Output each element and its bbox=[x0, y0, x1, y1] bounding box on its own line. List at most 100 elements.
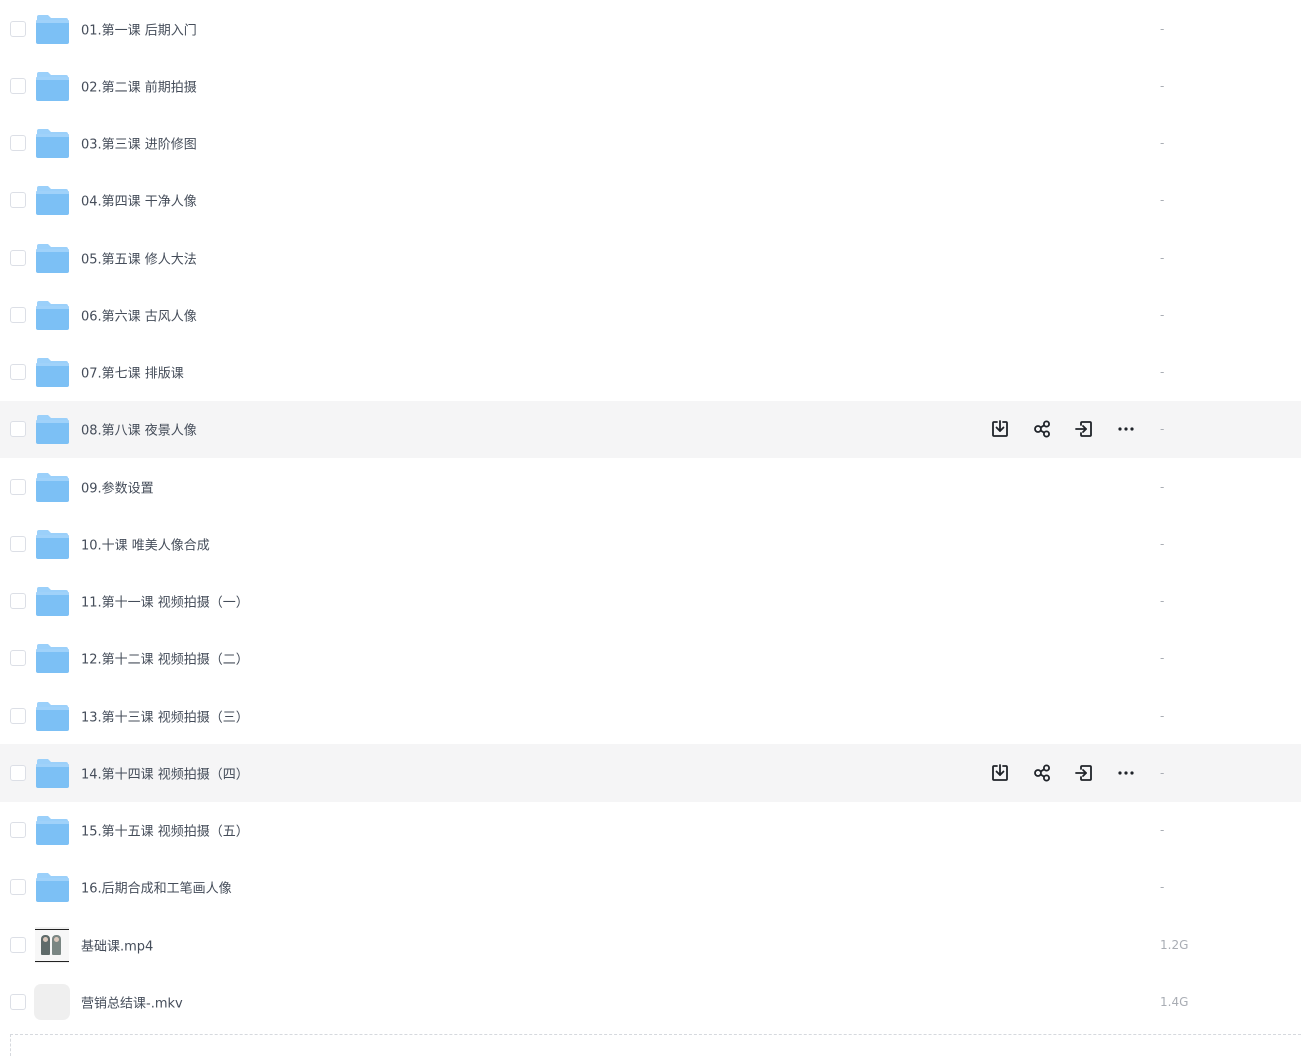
row-checkbox[interactable] bbox=[10, 879, 26, 896]
file-name[interactable]: 营销总结课-.mkv bbox=[81, 992, 183, 1011]
file-size: - bbox=[1160, 594, 1165, 609]
row-checkbox[interactable] bbox=[10, 822, 26, 839]
more-icon[interactable] bbox=[1114, 761, 1138, 785]
move-to-icon[interactable] bbox=[1072, 417, 1096, 441]
row-checkbox[interactable] bbox=[10, 135, 26, 152]
file-row[interactable]: 16.后期合成和工笔画人像 - bbox=[0, 859, 1301, 916]
row-checkbox[interactable] bbox=[10, 650, 26, 667]
row-checkbox[interactable] bbox=[10, 249, 26, 266]
file-row[interactable]: 01.第一课 后期入门 - bbox=[0, 0, 1301, 57]
file-row[interactable]: 05.第五课 修人大法 - bbox=[0, 229, 1301, 286]
row-checkbox[interactable] bbox=[10, 478, 26, 495]
row-checkbox[interactable] bbox=[10, 593, 26, 610]
folder-icon bbox=[35, 470, 69, 504]
drop-zone-border bbox=[10, 1034, 1301, 1056]
row-checkbox[interactable] bbox=[10, 936, 26, 953]
move-to-icon[interactable] bbox=[1072, 761, 1096, 785]
file-list: 01.第一课 后期入门 - 02.第二课 前期拍摄 - 03.第三课 进阶修图 - 0… bbox=[0, 0, 1301, 1031]
file-size: - bbox=[1160, 536, 1165, 551]
file-row[interactable]: 07.第七课 排版课 - bbox=[0, 344, 1301, 401]
folder-icon bbox=[35, 298, 69, 332]
file-name[interactable]: 04.第四课 干净人像 bbox=[81, 191, 197, 210]
row-checkbox[interactable] bbox=[10, 764, 26, 781]
file-row[interactable]: 06.第六课 古风人像 - bbox=[0, 286, 1301, 343]
folder-icon bbox=[35, 241, 69, 275]
file-row[interactable]: 基础课.mp4 1.2G bbox=[0, 916, 1301, 973]
file-name[interactable]: 15.第十五课 视频拍摄（五） bbox=[81, 821, 249, 840]
folder-icon bbox=[35, 699, 69, 733]
file-name[interactable]: 10.十课 唯美人像合成 bbox=[81, 534, 210, 553]
file-size: - bbox=[1160, 823, 1165, 838]
share-icon[interactable] bbox=[1030, 417, 1054, 441]
file-size: - bbox=[1160, 193, 1165, 208]
row-checkbox[interactable] bbox=[10, 421, 26, 438]
file-row[interactable]: 13.第十三课 视频拍摄（三） - bbox=[0, 687, 1301, 744]
file-name[interactable]: 07.第七课 排版课 bbox=[81, 363, 184, 382]
file-size: - bbox=[1160, 479, 1165, 494]
file-size: - bbox=[1160, 365, 1165, 380]
file-name[interactable]: 14.第十四课 视频拍摄（四） bbox=[81, 763, 249, 782]
row-checkbox[interactable] bbox=[10, 993, 26, 1010]
file-name[interactable]: 11.第十一课 视频拍摄（一） bbox=[81, 592, 249, 611]
file-size: - bbox=[1160, 307, 1165, 322]
file-row[interactable]: 12.第十二课 视频拍摄（二） - bbox=[0, 630, 1301, 687]
file-size: - bbox=[1160, 880, 1165, 895]
file-size: - bbox=[1160, 21, 1165, 36]
download-icon[interactable] bbox=[988, 417, 1012, 441]
folder-icon bbox=[35, 756, 69, 790]
share-icon[interactable] bbox=[1030, 761, 1054, 785]
folder-icon bbox=[35, 183, 69, 217]
file-row[interactable]: 14.第十四课 视频拍摄（四） - bbox=[0, 744, 1301, 802]
file-size: 1.4G bbox=[1160, 994, 1189, 1009]
folder-icon bbox=[35, 584, 69, 618]
folder-icon bbox=[35, 69, 69, 103]
file-size: - bbox=[1160, 651, 1165, 666]
row-actions bbox=[988, 417, 1138, 441]
file-name[interactable]: 09.参数设置 bbox=[81, 477, 154, 496]
row-checkbox[interactable] bbox=[10, 77, 26, 94]
row-checkbox[interactable] bbox=[10, 535, 26, 552]
more-icon[interactable] bbox=[1114, 417, 1138, 441]
download-icon[interactable] bbox=[988, 761, 1012, 785]
file-name[interactable]: 01.第一课 后期入门 bbox=[81, 19, 197, 38]
folder-icon bbox=[35, 527, 69, 561]
file-row[interactable]: 09.参数设置 - bbox=[0, 458, 1301, 515]
file-icon bbox=[34, 983, 70, 1020]
file-row[interactable]: 08.第八课 夜景人像 - bbox=[0, 400, 1301, 458]
file-name[interactable]: 03.第三课 进阶修图 bbox=[81, 134, 197, 153]
file-name[interactable]: 02.第二课 前期拍摄 bbox=[81, 76, 197, 95]
file-row[interactable]: 营销总结课-.mkv 1.4G bbox=[0, 973, 1301, 1030]
folder-icon bbox=[35, 12, 69, 46]
row-checkbox[interactable] bbox=[10, 707, 26, 724]
row-checkbox[interactable] bbox=[10, 306, 26, 323]
file-size: - bbox=[1160, 78, 1165, 93]
video-thumbnail bbox=[35, 926, 69, 963]
file-row[interactable]: 11.第十一课 视频拍摄（一） - bbox=[0, 573, 1301, 630]
folder-icon bbox=[35, 813, 69, 847]
file-size: - bbox=[1160, 422, 1165, 437]
file-row[interactable]: 02.第二课 前期拍摄 - bbox=[0, 57, 1301, 114]
row-checkbox[interactable] bbox=[10, 192, 26, 209]
file-name[interactable]: 基础课.mp4 bbox=[81, 935, 153, 954]
file-row[interactable]: 03.第三课 进阶修图 - bbox=[0, 115, 1301, 172]
file-row[interactable]: 15.第十五课 视频拍摄（五） - bbox=[0, 802, 1301, 859]
folder-icon bbox=[35, 870, 69, 904]
file-size: - bbox=[1160, 250, 1165, 265]
file-name[interactable]: 06.第六课 古风人像 bbox=[81, 305, 197, 324]
file-name[interactable]: 08.第八课 夜景人像 bbox=[81, 420, 197, 439]
file-row[interactable]: 04.第四课 干净人像 - bbox=[0, 172, 1301, 229]
row-checkbox[interactable] bbox=[10, 364, 26, 381]
folder-icon bbox=[35, 412, 69, 446]
folder-icon bbox=[35, 126, 69, 160]
file-name[interactable]: 13.第十三课 视频拍摄（三） bbox=[81, 706, 249, 725]
row-actions bbox=[988, 761, 1138, 785]
folder-icon bbox=[35, 355, 69, 389]
file-name[interactable]: 05.第五课 修人大法 bbox=[81, 248, 197, 267]
file-row[interactable]: 10.十课 唯美人像合成 - bbox=[0, 515, 1301, 572]
file-size: 1.2G bbox=[1160, 937, 1189, 952]
row-checkbox[interactable] bbox=[10, 20, 26, 37]
file-size: - bbox=[1160, 765, 1165, 780]
folder-icon bbox=[35, 641, 69, 675]
file-name[interactable]: 16.后期合成和工笔画人像 bbox=[81, 878, 232, 897]
file-name[interactable]: 12.第十二课 视频拍摄（二） bbox=[81, 649, 249, 668]
